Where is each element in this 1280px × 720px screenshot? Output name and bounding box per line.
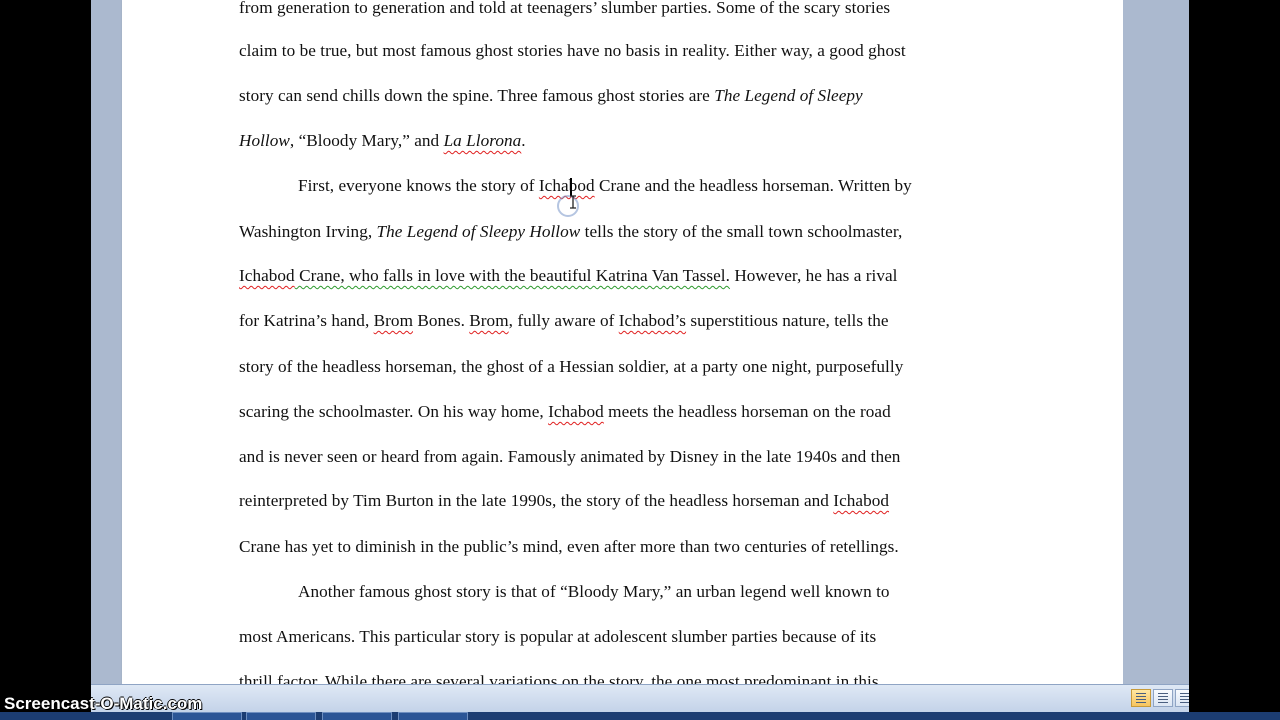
misspelled-word[interactable]: Brom xyxy=(469,311,508,330)
text-line: story of the headless horseman, the ghos… xyxy=(239,357,904,376)
text-line: story can send chills down the spine. Th… xyxy=(239,86,863,105)
recorder-watermark: Screencast-O-Matic.com xyxy=(4,694,203,713)
taskbar-button[interactable] xyxy=(322,712,392,720)
text-line: most Americans. This particular story is… xyxy=(239,627,877,646)
text-line: scaring the schoolmaster. On his way hom… xyxy=(239,402,891,421)
grammar-flagged-text[interactable]: Crane, who falls in love with the beauti… xyxy=(295,266,730,285)
text-line: reinterpreted by Tim Burton in the late … xyxy=(239,491,890,510)
text-line: First, everyone knows the story of Ichab… xyxy=(298,176,912,195)
misspelled-word[interactable]: Ichabod xyxy=(548,402,604,421)
text-line: Hollow, “Bloody Mary,” and La Llorona. xyxy=(239,131,526,150)
text-line: claim to be true, but most famous ghost … xyxy=(239,41,906,60)
misspelled-word[interactable]: Brom xyxy=(374,311,413,330)
print-layout-view-icon[interactable] xyxy=(1131,689,1151,707)
text-cursor xyxy=(570,178,572,196)
text-line: for Katrina’s hand, Brom Bones. Brom, fu… xyxy=(239,311,889,330)
scroll-area[interactable] xyxy=(1123,0,1187,684)
text-line: Ichabod Crane, who falls in love with th… xyxy=(239,266,898,285)
text-line: Another famous ghost story is that of “B… xyxy=(298,582,890,601)
misspelled-word[interactable]: Ichabod xyxy=(539,176,595,195)
italic-title: The Legend of Sleepy xyxy=(714,86,863,105)
misspelled-word[interactable]: Ichabod xyxy=(833,491,889,510)
text-line: and is never seen or heard from again. F… xyxy=(239,447,901,466)
text-line: from generation to generation and told a… xyxy=(239,0,891,17)
full-screen-reading-view-icon[interactable] xyxy=(1153,689,1173,707)
status-bar xyxy=(91,684,1189,712)
taskbar-button[interactable] xyxy=(398,712,468,720)
text-line: Washington Irving, The Legend of Sleepy … xyxy=(239,222,903,241)
italic-title: The Legend of Sleepy Hollow xyxy=(376,222,581,241)
text-line: thrill factor. While there are several v… xyxy=(239,672,879,684)
italic-title: La Llorona xyxy=(443,131,522,150)
misspelled-word[interactable]: Ichabod’s xyxy=(619,311,686,330)
web-layout-view-icon[interactable] xyxy=(1175,689,1189,707)
ibeam-cursor-icon xyxy=(570,195,576,209)
misspelled-word[interactable]: Ichabod xyxy=(239,266,295,285)
document-page[interactable]: from generation to generation and told a… xyxy=(122,0,1123,684)
text-line: Crane has yet to diminish in the public’… xyxy=(239,537,899,556)
taskbar-button[interactable] xyxy=(246,712,316,720)
italic-title: Hollow xyxy=(239,131,290,150)
word-window: from generation to generation and told a… xyxy=(91,0,1189,712)
